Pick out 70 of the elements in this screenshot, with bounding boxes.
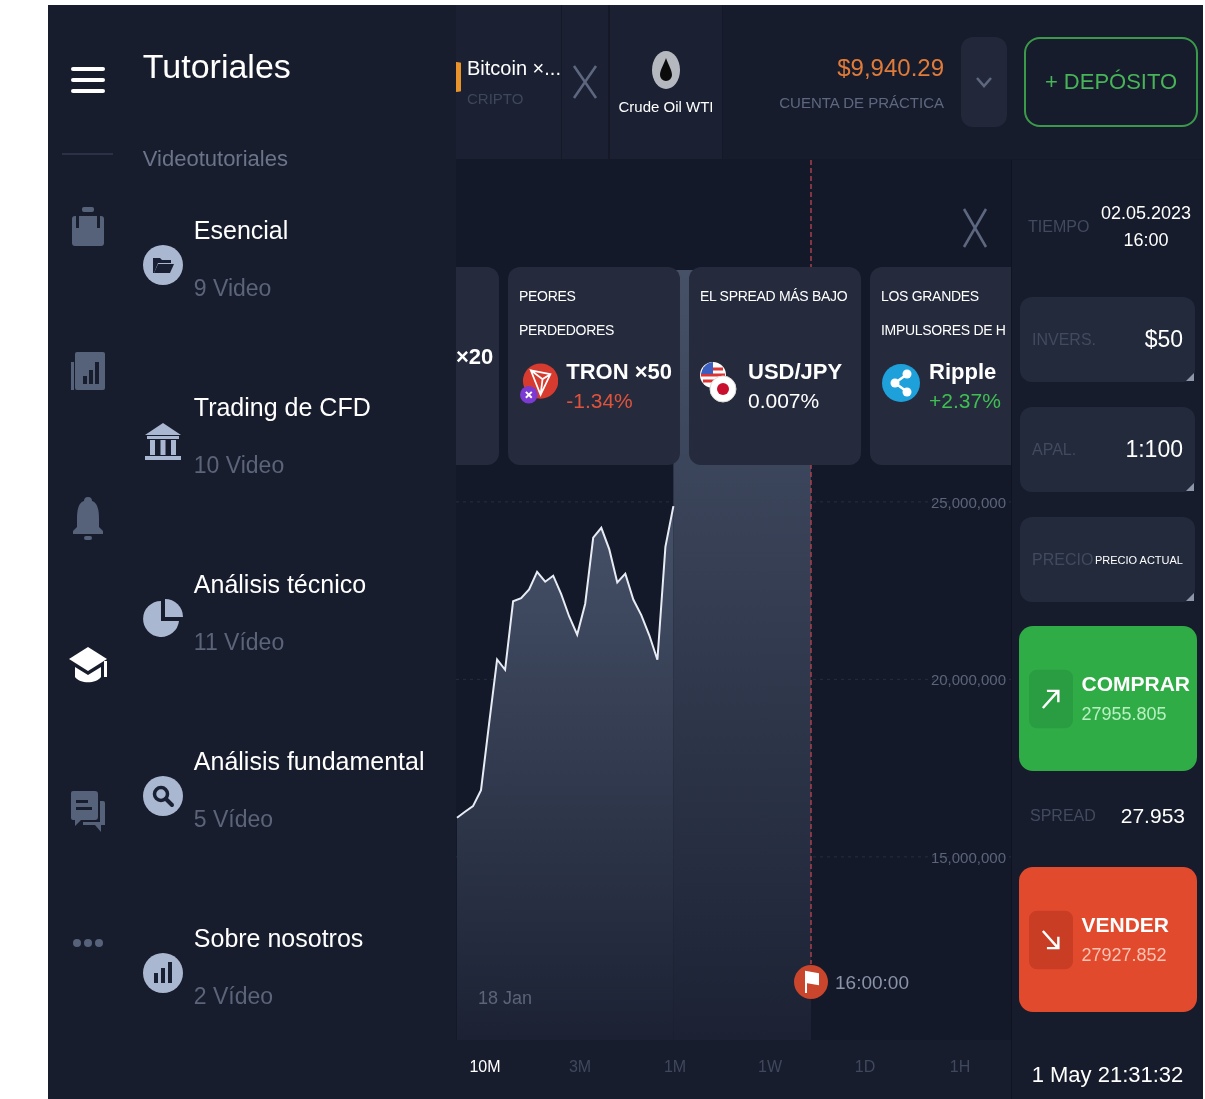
asset-card[interactable]: EL SPREAD MÁS BAJO USD/JPY 0.007% [689, 267, 861, 465]
asset-tab[interactable]: Crude Oil WTI [610, 5, 723, 159]
field-value: $50 [1144, 326, 1183, 353]
video-count: 5 Vídeo [193, 805, 274, 834]
video-count: 2 Vídeo [193, 982, 274, 1011]
asset-name: Bitcoin ×... [467, 57, 561, 80]
resize-corner-icon [1186, 483, 1194, 491]
account-type: CUENTA DE PRÁCTICA [779, 93, 944, 111]
oil-drop-icon [651, 49, 681, 90]
field-value: PRECIO ACTUAL [1094, 553, 1183, 566]
panel-title: Tutoriales [142, 46, 291, 86]
expiry-date: 02.05.2023 [1100, 203, 1191, 224]
buy-price: 27955.805 [1081, 704, 1168, 725]
chevron-down-icon [975, 76, 993, 88]
more-icon[interactable] [72, 938, 103, 948]
search-icon [142, 776, 183, 816]
chat-icon[interactable] [70, 791, 105, 833]
timeframe-tab[interactable]: 10M [466, 1058, 504, 1076]
coin-icon [456, 62, 461, 92]
asset-name: Ripple [929, 359, 998, 385]
close-icon[interactable] [572, 65, 598, 99]
axis-label: 25,000,000 [930, 493, 1006, 511]
price-change: 0.007% [748, 389, 821, 413]
bar-chart-icon [142, 953, 183, 993]
time-label: 16:00:00 [835, 972, 909, 993]
price-change: +2.37% [929, 389, 1001, 413]
menu-icon[interactable] [70, 66, 105, 94]
briefcase-icon[interactable] [70, 207, 105, 247]
tutorial-title[interactable]: Análisis fundamental [193, 745, 425, 777]
folder-icon [142, 245, 183, 285]
deposit-button[interactable]: + DEPÓSITO [1024, 37, 1198, 127]
sell-label: VENDER [1081, 913, 1170, 937]
asset-name: TRON ×50 [566, 359, 672, 385]
video-count: 11 Vídeo [193, 628, 285, 657]
pie-chart-icon [142, 599, 183, 639]
balance-amount: $9,940.29 [837, 53, 944, 82]
sell-price: 27927.852 [1081, 945, 1168, 966]
close-icon[interactable] [962, 208, 988, 248]
clock: 1 May 21:31:32 [1031, 1061, 1184, 1088]
asset-card[interactable]: LOS GRANDES IMPULSORES DE H Ripple +2.37% [870, 267, 1011, 465]
price-change: -1.34% [566, 389, 634, 413]
asset-name: Crude Oil WTI [618, 97, 714, 115]
chart-icon[interactable] [70, 352, 105, 392]
axis-label: 20,000,000 [930, 671, 1006, 689]
buy-label: COMPRAR [1081, 672, 1190, 696]
card-title: EL SPREAD MÁS BAJO [700, 287, 849, 306]
sell-button[interactable]: VENDER 27927.852 [1018, 867, 1197, 1012]
bell-icon[interactable] [70, 497, 105, 541]
resize-corner-icon [1186, 593, 1194, 601]
axis-label: 18 Jan [478, 988, 532, 1008]
card-title: PEORES PERDEDORES [519, 287, 616, 340]
bank-icon [142, 422, 183, 462]
video-count: 9 Video [193, 274, 272, 303]
tutorial-title[interactable]: Esencial [193, 214, 289, 246]
expiry-time: 16:00 [1123, 230, 1169, 251]
asset-card[interactable]: PEORES PERDEDORES TRON ×50 -1.34% [508, 267, 680, 465]
spread-value: 27.953 [1120, 804, 1185, 828]
tutorial-title[interactable]: Trading de CFD [193, 391, 371, 423]
tutorial-title[interactable]: Sobre nosotros [193, 922, 364, 954]
asset-name: ×20 [456, 344, 495, 370]
flag-icon [794, 965, 828, 999]
asset-name: USD/JPY [748, 359, 843, 385]
resize-corner-icon [1186, 373, 1194, 381]
section-label: Videotutoriales [142, 146, 288, 172]
asset-card[interactable]: ×20 [456, 267, 499, 465]
video-count: 10 Video [193, 451, 285, 480]
card-title: LOS GRANDES IMPULSORES DE H [881, 287, 1007, 340]
field-value: 1:100 [1125, 436, 1183, 463]
axis-label: 15,000,000 [930, 848, 1006, 866]
tutorial-title[interactable]: Análisis técnico [193, 568, 367, 600]
